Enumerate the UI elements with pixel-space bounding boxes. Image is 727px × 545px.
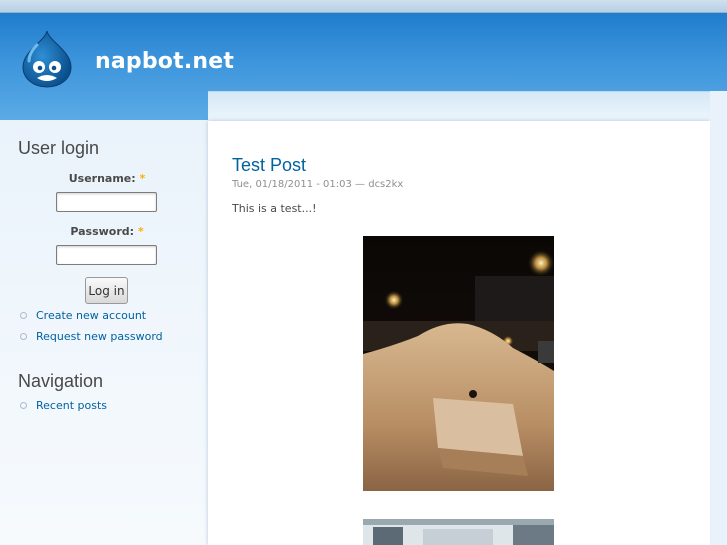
- sidebar-item-recent-posts[interactable]: Recent posts: [20, 399, 107, 412]
- create-account-link[interactable]: Create new account: [36, 309, 146, 322]
- bullet-icon: [20, 332, 27, 340]
- password-label: Password: *: [47, 225, 167, 238]
- post-title[interactable]: Test Post: [232, 155, 306, 176]
- site-name[interactable]: napbot.net: [95, 49, 234, 74]
- sidebar-item-request-password[interactable]: Request new password: [20, 330, 163, 343]
- password-label-text: Password:: [70, 225, 135, 238]
- top-bar: [0, 0, 727, 13]
- username-label-text: Username:: [68, 172, 136, 185]
- required-marker: *: [137, 225, 144, 238]
- required-marker: *: [139, 172, 146, 185]
- login-button[interactable]: Log in: [85, 277, 128, 304]
- bullet-icon: [20, 401, 27, 409]
- drupal-logo-icon[interactable]: [19, 29, 75, 89]
- request-password-link[interactable]: Request new password: [36, 330, 163, 343]
- username-input[interactable]: [56, 192, 157, 212]
- user-login-title: User login: [18, 138, 100, 158]
- recent-posts-link[interactable]: Recent posts: [36, 399, 107, 412]
- password-input[interactable]: [56, 245, 157, 265]
- post-photo: [363, 236, 554, 491]
- sidebar-item-create-account[interactable]: Create new account: [20, 309, 146, 322]
- bullet-icon: [20, 311, 27, 319]
- post-meta: Tue, 01/18/2011 - 01:03 — dcs2kx: [232, 179, 404, 190]
- navigation-title: Navigation: [18, 371, 104, 391]
- right-margin: [710, 91, 727, 545]
- content-top-strip: [208, 91, 710, 122]
- post-photo-2: [363, 519, 554, 545]
- username-label: Username: *: [47, 172, 167, 185]
- post-body: This is a test...!: [232, 202, 317, 215]
